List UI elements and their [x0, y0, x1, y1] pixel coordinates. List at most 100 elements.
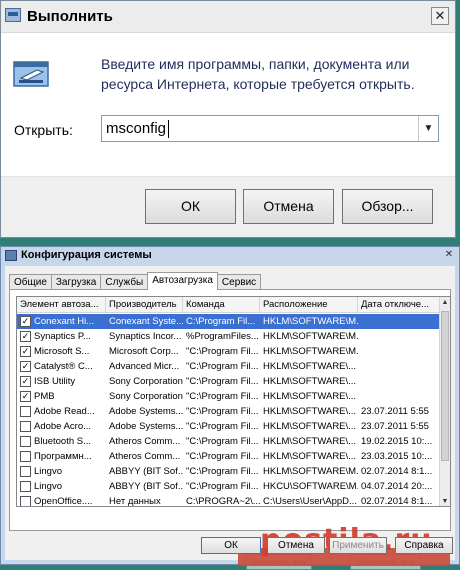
- tab-tools[interactable]: Сервис: [216, 274, 262, 290]
- row-checkbox[interactable]: ✓: [20, 391, 31, 402]
- system-config-window: Конфигурация системы ✕ Общие Загрузка Сл…: [0, 246, 460, 570]
- tab-boot[interactable]: Загрузка: [50, 274, 102, 290]
- cell-location: HKLM\SOFTWARE\...: [263, 436, 357, 447]
- row-checkbox[interactable]: [20, 481, 31, 492]
- cell-command: "C:\Program Fil...: [186, 466, 259, 477]
- cell-date: [358, 389, 441, 404]
- cell-date: [358, 344, 441, 359]
- cell-command: C:\Program Fil...: [186, 316, 256, 327]
- cancel-button[interactable]: Отмена: [243, 189, 334, 224]
- table-row[interactable]: ✓ PMB Sony Corporation "C:\Program Fil... HK…: [17, 389, 441, 404]
- cell-maker: Sony Corporation: [109, 391, 183, 402]
- scroll-down-icon[interactable]: ▼: [440, 496, 450, 506]
- cell-maker: Atheros Comm...: [109, 436, 181, 447]
- run-description: Введите имя программы, папки, документа …: [101, 56, 415, 92]
- cell-date: [358, 314, 441, 329]
- tab-general[interactable]: Общие: [9, 274, 52, 290]
- ok-button[interactable]: ОК: [145, 189, 236, 224]
- table-row[interactable]: ✓ Microsoft S... Microsoft Corp... "C:\Prog…: [17, 344, 441, 359]
- scroll-thumb[interactable]: [441, 311, 449, 461]
- cell-location: HKCU\SOFTWARE\M...: [263, 481, 358, 492]
- cancel-button[interactable]: Отмена: [267, 537, 325, 554]
- cell-location: HKLM\SOFTWARE\M...: [263, 331, 358, 342]
- startup-list[interactable]: Элемент автоза... Производитель Команда …: [16, 296, 451, 507]
- cell-date: [358, 374, 441, 389]
- row-checkbox[interactable]: [20, 466, 31, 477]
- cell-command: "C:\Program Fil...: [186, 481, 259, 492]
- tab-services[interactable]: Службы: [100, 274, 149, 290]
- cell-command: "C:\Program Fil...: [186, 436, 259, 447]
- row-checkbox[interactable]: ✓: [20, 316, 31, 327]
- apply-button[interactable]: Применить: [329, 537, 387, 554]
- cell-command: "C:\Program Fil...: [186, 451, 259, 462]
- cell-command: "C:\Program Fil...: [186, 376, 259, 387]
- cell-date: 23.07.2011 5:55: [361, 406, 429, 417]
- table-row[interactable]: ✓ Conexant Hi... Conexant Syste... C:\Progr…: [17, 314, 441, 329]
- cell-item: Программн...: [34, 451, 92, 462]
- cell-item: Adobe Acro...: [34, 421, 92, 432]
- column-header-item[interactable]: Элемент автоза...: [17, 297, 106, 313]
- config-title: Конфигурация системы: [21, 249, 152, 261]
- row-checkbox[interactable]: [20, 451, 31, 462]
- table-row[interactable]: OpenOffice.... Нет данных C:\PROGRA~2\... C…: [17, 494, 441, 507]
- cell-command: C:\PROGRA~2\...: [186, 496, 260, 507]
- cell-item: ISB Utility: [34, 376, 76, 387]
- cell-item: Synaptics P...: [34, 331, 91, 342]
- column-header-command[interactable]: Команда: [183, 297, 260, 313]
- row-checkbox[interactable]: [20, 406, 31, 417]
- vertical-scrollbar[interactable]: ▲ ▼: [439, 297, 450, 506]
- close-icon[interactable]: ✕: [443, 249, 455, 261]
- run-dialog: Выполнить ✕ Введите имя программы, папки…: [0, 0, 456, 238]
- run-body: Введите имя программы, папки, документа …: [1, 34, 455, 176]
- table-row[interactable]: Adobe Acro... Adobe Systems... "C:\Program…: [17, 419, 441, 434]
- config-title-bar[interactable]: Конфигурация системы ✕: [1, 247, 459, 265]
- cell-location: C:\Users\User\AppD...: [263, 496, 357, 507]
- row-checkbox[interactable]: [20, 421, 31, 432]
- table-row[interactable]: Adobe Read... Adobe Systems... "C:\Program…: [17, 404, 441, 419]
- cell-location: HKLM\SOFTWARE\...: [263, 361, 357, 372]
- open-input[interactable]: [102, 116, 412, 141]
- cell-maker: Atheros Comm...: [109, 451, 181, 462]
- row-checkbox[interactable]: ✓: [20, 331, 31, 342]
- tab-strip: Общие Загрузка Службы Автозагрузка Серви…: [9, 272, 262, 290]
- table-row[interactable]: Lingvo ABBYY (BIT Sof... "C:\Program Fil..…: [17, 464, 441, 479]
- cell-item: Lingvo: [34, 466, 62, 477]
- column-header-location[interactable]: Расположение: [260, 297, 358, 313]
- cell-date: 02.07.2014 8:1...: [361, 466, 433, 477]
- row-checkbox[interactable]: [20, 436, 31, 447]
- table-row[interactable]: ✓ ISB Utility Sony Corporation "C:\Program …: [17, 374, 441, 389]
- table-row[interactable]: ✓ Catalyst® C... Advanced Micr... "C:\Progr…: [17, 359, 441, 374]
- table-row[interactable]: ✓ Synaptics P... Synaptics Incor... %Progra…: [17, 329, 441, 344]
- table-row[interactable]: Lingvo ABBYY (BIT Sof... "C:\Program Fil..…: [17, 479, 441, 494]
- ok-button[interactable]: ОК: [201, 537, 261, 554]
- chevron-down-icon[interactable]: ▼: [418, 116, 438, 141]
- row-checkbox[interactable]: [20, 496, 31, 506]
- run-title-bar[interactable]: Выполнить ✕: [1, 1, 455, 33]
- startup-tab-panel: Элемент автоза... Производитель Команда …: [9, 289, 451, 570]
- column-header-date-disabled[interactable]: Дата отключе...: [358, 297, 441, 313]
- run-title: Выполнить: [27, 8, 113, 25]
- cell-location: HKLM\SOFTWARE\...: [263, 376, 357, 387]
- cell-date: 02.07.2014 8:1...: [361, 496, 433, 507]
- browse-button[interactable]: Обзор...: [342, 189, 433, 224]
- cell-maker: ABBYY (BIT Sof...: [109, 466, 183, 477]
- scroll-up-icon[interactable]: ▲: [440, 297, 450, 309]
- column-header-manufacturer[interactable]: Производитель: [106, 297, 183, 313]
- cell-item: Bluetooth S...: [34, 436, 92, 447]
- table-row[interactable]: Bluetooth S... Atheros Comm... "C:\Program…: [17, 434, 441, 449]
- config-client-area: Общие Загрузка Службы Автозагрузка Серви…: [5, 266, 455, 570]
- close-button[interactable]: ✕: [431, 7, 449, 25]
- cell-item: Adobe Read...: [34, 406, 95, 417]
- open-combobox[interactable]: ▼: [101, 115, 439, 142]
- cell-maker: Conexant Syste...: [109, 316, 183, 327]
- cell-date: 23.03.2015 10:...: [361, 451, 433, 462]
- help-button[interactable]: Справка: [395, 537, 453, 554]
- row-checkbox[interactable]: ✓: [20, 376, 31, 387]
- table-row[interactable]: Программн... Atheros Comm... "C:\Program F…: [17, 449, 441, 464]
- tab-startup[interactable]: Автозагрузка: [147, 272, 218, 290]
- cell-date: [358, 329, 441, 344]
- cell-maker: Adobe Systems...: [109, 421, 183, 432]
- row-checkbox[interactable]: ✓: [20, 346, 31, 357]
- cell-location: HKLM\SOFTWARE\M...: [263, 316, 358, 327]
- row-checkbox[interactable]: ✓: [20, 361, 31, 372]
